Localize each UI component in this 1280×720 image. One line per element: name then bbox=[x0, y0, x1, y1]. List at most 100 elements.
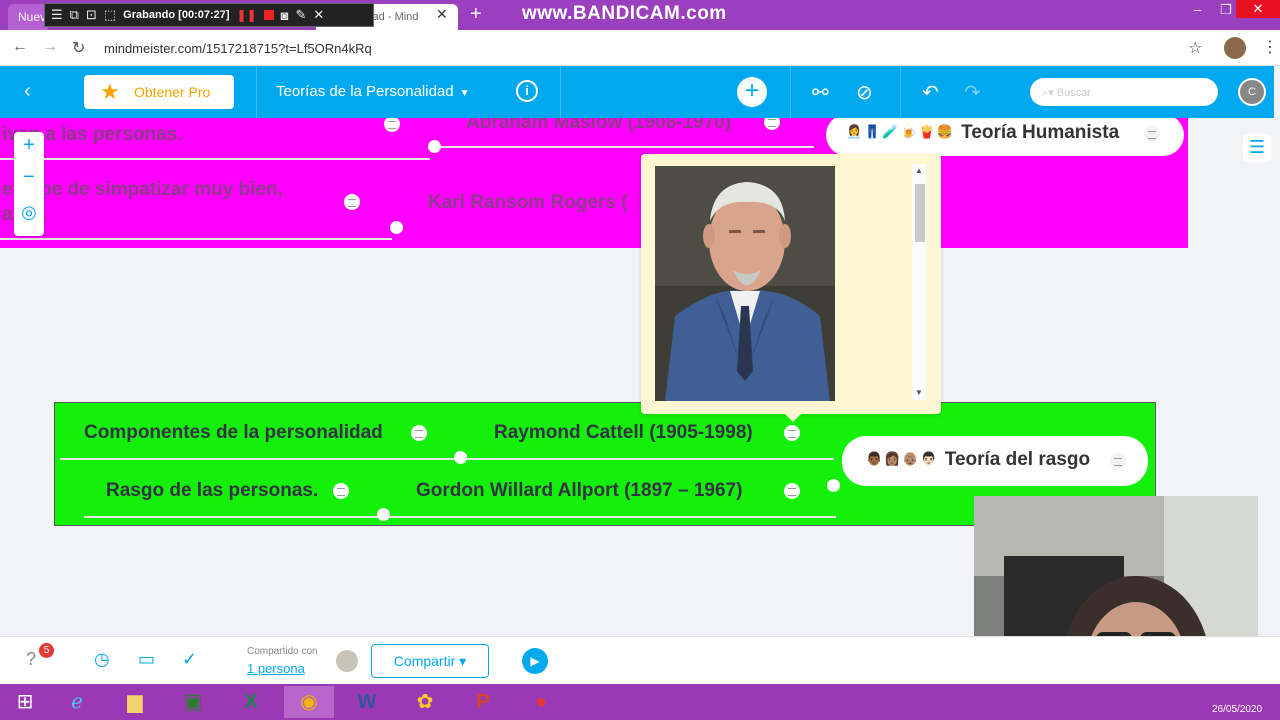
footer-toolbar: ? 5 ◷ ▭ ✓ Compartido con 1 persona Compa… bbox=[0, 636, 1280, 684]
zoom-in-icon[interactable]: + bbox=[14, 134, 44, 157]
window-mode-icon[interactable]: ⧉ bbox=[70, 7, 79, 23]
connector-dot[interactable] bbox=[377, 508, 390, 521]
profile-avatar[interactable] bbox=[1224, 37, 1246, 59]
add-topic-icon[interactable]: + bbox=[737, 77, 767, 107]
help-icon[interactable]: ? bbox=[26, 649, 36, 670]
connector-line bbox=[0, 238, 392, 240]
paint-icon[interactable]: ✿ bbox=[400, 686, 450, 718]
share-button[interactable]: Compartir ▾ bbox=[371, 644, 489, 678]
presentation-icon[interactable]: ▭ bbox=[138, 649, 155, 670]
window-close-icon[interactable]: ✕ bbox=[1236, 0, 1280, 18]
collaborator-avatar bbox=[336, 650, 358, 672]
back-arrow-icon[interactable]: ← bbox=[12, 38, 28, 56]
divider bbox=[256, 66, 257, 118]
menu-icon[interactable]: ☰ bbox=[51, 7, 63, 23]
url-text[interactable]: mindmeister.com/1517218715?t=Lf5ORn4kRq bbox=[104, 41, 372, 56]
topic-maslow[interactable]: Abraham Maslow (1908-1970) bbox=[466, 118, 731, 134]
file-explorer-icon[interactable]: ▆ bbox=[110, 686, 160, 718]
search-placeholder: Buscar bbox=[1056, 87, 1091, 99]
forward-arrow-icon[interactable]: → bbox=[42, 38, 58, 56]
humanist-emojis: 👩‍💼👖🧪🍺🍟🍔 bbox=[846, 124, 956, 139]
recorder-toolbar: ☰ ⧉ ⊡ ⬚ Grabando [00:07:27] ❚❚ ◙ ✎ ✕ bbox=[44, 3, 374, 27]
caret-down-icon: ▼ bbox=[459, 88, 470, 99]
recording-status: Grabando [00:07:27] bbox=[123, 9, 230, 21]
new-tab-icon[interactable]: + bbox=[470, 3, 482, 26]
center-map-icon[interactable]: ◎ bbox=[14, 202, 44, 223]
history-icon[interactable]: ◷ bbox=[94, 649, 110, 670]
note-icon[interactable] bbox=[1110, 453, 1126, 469]
portrait-image bbox=[655, 166, 835, 401]
topic-traits[interactable]: Rasgo de las personas. bbox=[106, 480, 318, 502]
bookmark-star-icon[interactable]: ☆ bbox=[1188, 38, 1202, 58]
tab-close-icon[interactable]: ✕ bbox=[436, 6, 448, 23]
get-pro-label: Obtener Pro bbox=[134, 84, 211, 100]
topic-cattell[interactable]: Raymond Cattell (1905-1998) bbox=[494, 422, 753, 444]
target-icon[interactable]: ⊡ bbox=[86, 7, 97, 23]
zoom-out-icon[interactable]: − bbox=[14, 166, 44, 189]
browser-menu-icon[interactable]: ⋮ bbox=[1262, 37, 1278, 57]
ie-icon[interactable]: ℯ bbox=[52, 686, 102, 718]
topic-empathy[interactable]: e debe de simpatizar muy bien, bbox=[2, 179, 283, 201]
region-icon[interactable]: ⬚ bbox=[104, 7, 116, 23]
pause-icon[interactable]: ❚❚ bbox=[237, 8, 257, 22]
note-icon[interactable] bbox=[1144, 126, 1160, 142]
topic-allport[interactable]: Gordon Willard Allport (1897 – 1967) bbox=[416, 480, 742, 502]
image-preview-popup: ▲ ▼ bbox=[641, 154, 941, 422]
start-windows-icon[interactable]: ⊞ bbox=[0, 686, 50, 718]
back-chevron-icon[interactable]: ‹ bbox=[24, 80, 31, 103]
connector-dot[interactable] bbox=[390, 221, 403, 234]
note-icon[interactable] bbox=[784, 425, 800, 441]
notification-badge: 5 bbox=[39, 643, 54, 658]
share-label: Compartir bbox=[393, 653, 456, 669]
topic-rogers[interactable]: Karl Ransom Rogers ( bbox=[428, 192, 628, 214]
user-avatar[interactable]: C bbox=[1238, 78, 1266, 106]
bandicam-icon[interactable]: ● bbox=[516, 686, 566, 718]
redo-icon[interactable]: ↷ bbox=[964, 80, 981, 105]
reload-icon[interactable]: ↻ bbox=[72, 38, 85, 58]
powerpoint-icon[interactable]: P bbox=[458, 686, 508, 718]
minimize-icon[interactable]: ‒ bbox=[1194, 2, 1201, 17]
outline-menu-icon[interactable]: ☰ bbox=[1243, 134, 1271, 162]
checkmark-icon[interactable]: ✓ bbox=[182, 649, 197, 670]
info-icon[interactable]: i bbox=[516, 80, 538, 102]
stop-icon[interactable] bbox=[263, 10, 274, 20]
note-icon[interactable] bbox=[344, 194, 360, 210]
undo-icon[interactable]: ↶ bbox=[922, 80, 939, 105]
connect-icon[interactable]: ⚯ bbox=[812, 80, 829, 105]
word-icon[interactable]: W bbox=[342, 686, 392, 718]
app-header: ‹ ★ Obtener Pro Teorías de la Personalid… bbox=[0, 66, 1274, 118]
connector-dot[interactable] bbox=[827, 479, 840, 492]
topic-personality-components[interactable]: Componentes de la personalidad bbox=[84, 422, 383, 444]
get-pro-button[interactable]: ★ Obtener Pro bbox=[84, 75, 234, 109]
chrome-icon[interactable]: ◉ bbox=[284, 686, 334, 718]
play-icon[interactable]: ▶ bbox=[522, 648, 548, 674]
store-icon[interactable]: ▣ bbox=[168, 686, 218, 718]
zoom-controls: + − ◎ bbox=[14, 132, 44, 236]
connector-dot[interactable] bbox=[428, 140, 441, 153]
topic-trait-theory[interactable]: 👨🏾👩🏽👴🏽👨🏻 Teoría del rasgo bbox=[842, 436, 1148, 486]
note-icon[interactable] bbox=[333, 483, 349, 499]
connector-dot[interactable] bbox=[454, 451, 467, 464]
note-icon[interactable] bbox=[411, 425, 427, 441]
shared-count-link[interactable]: 1 persona bbox=[247, 661, 305, 676]
camera-icon[interactable]: ◙ bbox=[281, 8, 289, 23]
restore-icon[interactable]: ❐ bbox=[1220, 2, 1232, 18]
windows-taskbar: ⊞ ℯ ▆ ▣ X ◉ W ✿ P ● 26/05/2020 bbox=[0, 684, 1280, 720]
popup-scroll-thumb[interactable] bbox=[915, 184, 925, 242]
search-input[interactable]: ⌕▾ Buscar bbox=[1030, 78, 1218, 106]
topic-humanist-theory[interactable]: 👩‍💼👖🧪🍺🍟🍔 Teoría Humanista bbox=[826, 118, 1184, 156]
bandicam-watermark: www.BANDICAM.com bbox=[522, 3, 727, 24]
scroll-down-icon[interactable]: ▼ bbox=[915, 388, 923, 397]
no-entry-icon[interactable]: ⊘ bbox=[856, 80, 873, 105]
pen-icon[interactable]: ✎ bbox=[296, 7, 307, 23]
close-icon[interactable]: ✕ bbox=[313, 7, 324, 23]
scroll-up-icon[interactable]: ▲ bbox=[915, 166, 923, 175]
divider bbox=[790, 66, 791, 118]
excel-icon[interactable]: X bbox=[226, 686, 276, 718]
connector-line bbox=[0, 158, 430, 160]
map-title-dropdown[interactable]: Teorías de la Personalidad ▼ bbox=[276, 83, 470, 100]
tab-label: Nuev bbox=[18, 10, 47, 24]
note-icon[interactable] bbox=[784, 483, 800, 499]
taskbar-date: 26/05/2020 bbox=[1212, 704, 1263, 715]
browser-tab-new[interactable]: Nuev bbox=[8, 4, 48, 30]
